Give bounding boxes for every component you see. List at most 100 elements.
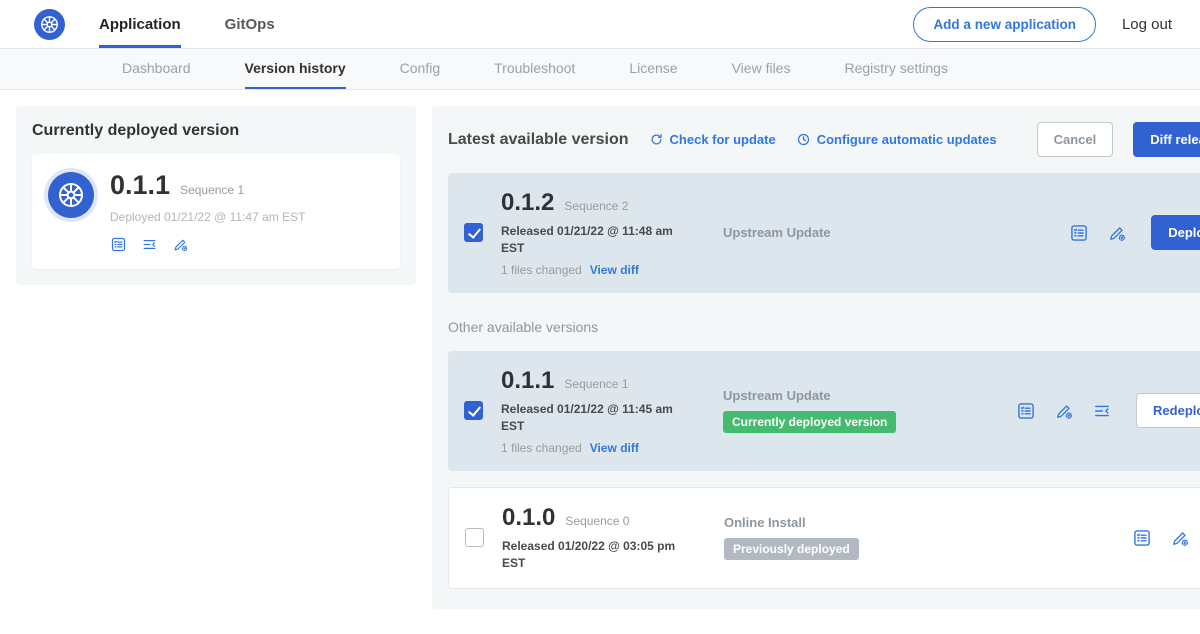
release-notes-icon: [1132, 528, 1152, 548]
check-for-update-link[interactable]: Check for update: [649, 132, 776, 147]
version-info: 0.1.2 Sequence 2 Released 01/21/22 @ 11:…: [501, 189, 723, 277]
app-icon: [48, 172, 94, 218]
release-notes-icon: [110, 236, 127, 253]
configure-updates-link[interactable]: Configure automatic updates: [796, 132, 997, 147]
release-notes-button[interactable]: [1069, 223, 1089, 243]
source-label: Upstream Update: [723, 225, 831, 240]
files-changed-line: 1 files changed View diff: [501, 441, 723, 455]
subnav-item-view-files[interactable]: View files: [732, 49, 791, 89]
version-info: 0.1.1 Sequence 1 Released 01/21/22 @ 11:…: [501, 367, 723, 455]
version-sequence: Sequence 1: [564, 377, 628, 391]
top-right-actions: Add a new application Log out: [913, 7, 1172, 42]
subnav-item-config[interactable]: Config: [400, 49, 440, 89]
panel-header: Latest available version Check for updat…: [448, 122, 1200, 157]
release-notes-button[interactable]: [110, 236, 127, 253]
deployed-card-title: Currently deployed version: [32, 122, 400, 140]
top-nav-bar: Application GitOps Add a new application…: [0, 0, 1200, 49]
version-row-0-1-2: 0.1.2 Sequence 2 Released 01/21/22 @ 11:…: [448, 173, 1200, 293]
kubernetes-wheel-icon: [56, 180, 86, 210]
version-checkbox-wrapper: [464, 223, 483, 242]
currently-deployed-card: Currently deployed version 0.1.1 Sequenc…: [16, 106, 416, 285]
wrench-gear-icon: [1107, 223, 1127, 243]
previously-deployed-badge: Previously deployed: [724, 538, 859, 560]
version-number: 0.1.0: [502, 504, 555, 532]
check-for-update-label: Check for update: [670, 132, 776, 147]
configure-updates-label: Configure automatic updates: [817, 132, 997, 147]
release-notes-icon: [1069, 223, 1089, 243]
tab-application[interactable]: Application: [99, 0, 181, 48]
release-notes-button[interactable]: [1132, 528, 1152, 548]
app-sub-nav: Dashboard Version history Config Trouble…: [0, 49, 1200, 90]
files-changed-count: 1 files changed: [501, 441, 582, 455]
version-select-checkbox[interactable]: [464, 401, 483, 420]
edit-config-button[interactable]: [1107, 223, 1127, 243]
deployed-version-sequence: Sequence 1: [180, 183, 244, 197]
wrench-gear-icon: [1054, 401, 1074, 421]
version-actions: Deploy: [1069, 215, 1200, 250]
version-source: Online Install Previously deployed: [724, 515, 859, 560]
version-select-checkbox[interactable]: [464, 223, 483, 242]
diff-releases-button[interactable]: Diff releases: [1133, 122, 1200, 157]
kubernetes-wheel-icon: [39, 14, 60, 35]
version-sequence: Sequence 2: [564, 199, 628, 213]
edit-config-button[interactable]: [172, 236, 189, 253]
wrench-gear-icon: [172, 236, 189, 253]
version-info: 0.1.0 Sequence 0 Released 01/20/22 @ 03:…: [502, 504, 724, 573]
version-number: 0.1.2: [501, 189, 554, 217]
version-actions: Redeploy: [1016, 393, 1200, 428]
released-timestamp: Released 01/21/22 @ 11:45 am EST: [501, 401, 691, 436]
logout-link[interactable]: Log out: [1122, 16, 1172, 33]
version-row-0-1-1: 0.1.1 Sequence 1 Released 01/21/22 @ 11:…: [448, 351, 1200, 471]
deployed-version-info: 0.1.1 Sequence 1 Deployed 01/21/22 @ 11:…: [110, 170, 305, 253]
version-source: Upstream Update Currently deployed versi…: [723, 388, 896, 433]
release-notes-button[interactable]: [1016, 401, 1036, 421]
version-row-0-1-0: 0.1.0 Sequence 0 Released 01/20/22 @ 03:…: [448, 487, 1200, 590]
cancel-button[interactable]: Cancel: [1037, 122, 1114, 157]
deployed-version-card: 0.1.1 Sequence 1 Deployed 01/21/22 @ 11:…: [32, 154, 400, 269]
source-label: Upstream Update: [723, 388, 896, 403]
subnav-item-license[interactable]: License: [629, 49, 677, 89]
deployed-version-number: 0.1.1: [110, 170, 170, 201]
files-changed-count: 1 files changed: [501, 263, 582, 277]
refresh-icon: [649, 132, 664, 147]
main-content: Currently deployed version 0.1.1 Sequenc…: [0, 90, 1200, 625]
panel-title: Latest available version: [448, 131, 629, 149]
version-select-checkbox[interactable]: [465, 528, 484, 547]
edit-config-button[interactable]: [1054, 401, 1074, 421]
wrench-gear-icon: [1170, 528, 1190, 548]
subnav-item-version-history[interactable]: Version history: [245, 49, 346, 89]
view-diff-button[interactable]: [141, 236, 158, 253]
top-tabs: Application GitOps: [99, 0, 275, 48]
released-timestamp: Released 01/21/22 @ 11:48 am EST: [501, 223, 691, 258]
released-timestamp: Released 01/20/22 @ 03:05 pm EST: [502, 538, 692, 573]
other-versions-heading: Other available versions: [448, 319, 1200, 335]
view-diff-link[interactable]: View diff: [590, 441, 639, 455]
add-application-button[interactable]: Add a new application: [913, 7, 1096, 42]
currently-deployed-badge: Currently deployed version: [723, 411, 896, 433]
version-number: 0.1.1: [501, 367, 554, 395]
subnav-item-dashboard[interactable]: Dashboard: [122, 49, 191, 89]
version-checkbox-wrapper: [465, 528, 484, 547]
version-sequence: Sequence 0: [565, 514, 629, 528]
deploy-button[interactable]: Deploy: [1151, 215, 1200, 250]
version-actions: [1132, 528, 1200, 548]
diff-icon: [1092, 401, 1112, 421]
version-checkbox-wrapper: [464, 401, 483, 420]
source-label: Online Install: [724, 515, 859, 530]
clock-icon: [796, 132, 811, 147]
view-diff-button[interactable]: [1092, 401, 1112, 421]
edit-config-button[interactable]: [1170, 528, 1190, 548]
subnav-item-registry-settings[interactable]: Registry settings: [844, 49, 947, 89]
version-history-panel: Latest available version Check for updat…: [432, 106, 1200, 609]
files-changed-line: 1 files changed View diff: [501, 263, 723, 277]
release-notes-icon: [1016, 401, 1036, 421]
redeploy-button[interactable]: Redeploy: [1136, 393, 1200, 428]
subnav-item-troubleshoot[interactable]: Troubleshoot: [494, 49, 575, 89]
tab-gitops[interactable]: GitOps: [225, 0, 275, 48]
version-source: Upstream Update: [723, 225, 831, 240]
deployed-version-actions: [110, 236, 305, 253]
deployed-timestamp: Deployed 01/21/22 @ 11:47 am EST: [110, 210, 305, 224]
kubernetes-logo: [34, 9, 65, 40]
diff-icon: [141, 236, 158, 253]
view-diff-link[interactable]: View diff: [590, 263, 639, 277]
